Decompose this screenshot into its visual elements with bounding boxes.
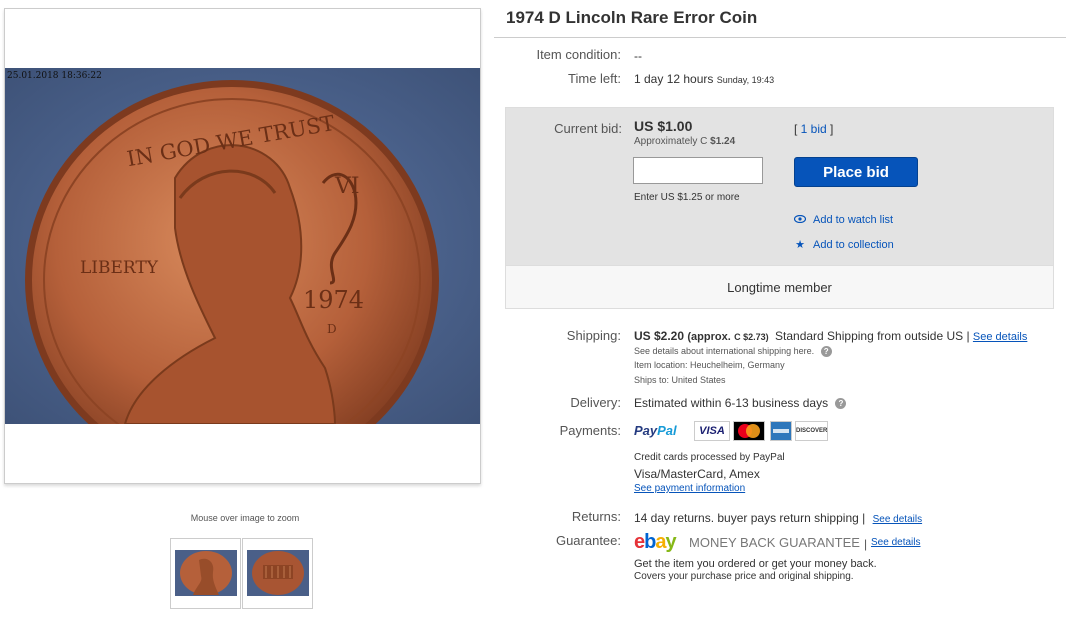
paypal-logo: PayPal xyxy=(634,423,677,438)
guarantee-see-details-link[interactable]: See details xyxy=(871,537,920,548)
coin-year: 1974 xyxy=(303,286,364,314)
thumbnail-back-image xyxy=(247,550,309,596)
add-to-collection-link[interactable]: ★ Add to collection xyxy=(794,238,894,251)
time-left-end: Sunday, 19:43 xyxy=(716,75,775,85)
visa-logo: VISA xyxy=(694,421,730,441)
returns-see-details-link[interactable]: See details xyxy=(873,514,922,525)
title-divider xyxy=(494,37,1066,38)
shipping-approx: (approx. xyxy=(687,331,731,343)
bid-box: Current bid: US $1.00 Approximately C $1… xyxy=(505,107,1054,309)
collection-label: Add to collection xyxy=(813,239,894,251)
delivery-label: Delivery: xyxy=(570,395,621,410)
approx-bid-label: Approximately C xyxy=(634,136,708,147)
longtime-member-banner: Longtime member xyxy=(506,265,1053,308)
add-to-watch-list-link[interactable]: Add to watch list xyxy=(793,214,894,226)
bid-count-link[interactable]: 1 bid xyxy=(801,122,827,136)
coin-image: VI IN GOD WE TRUST LIBERTY 1974 D xyxy=(5,68,480,424)
bid-hint: Enter US $1.25 or more xyxy=(634,192,740,203)
photo-timestamp: 25.01.2018 18:36:22 xyxy=(7,71,102,81)
shipping-line: US $2.20 (approx. C $2.73) Standard Ship… xyxy=(634,329,1027,343)
guarantee-line1: Get the item you ordered or get your mon… xyxy=(634,558,877,570)
error-mark-text: VI xyxy=(334,174,360,199)
current-bid-label: Current bid: xyxy=(554,121,622,136)
zoom-hint: Mouse over image to zoom xyxy=(190,513,300,523)
guarantee-label: Guarantee: xyxy=(555,533,621,548)
time-left-group: 1 day 12 hours Sunday, 19:43 xyxy=(634,72,774,86)
item-title: 1974 D Lincoln Rare Error Coin xyxy=(506,8,758,27)
coin-liberty: LIBERTY xyxy=(80,258,159,278)
time-left-label: Time left: xyxy=(568,71,621,86)
thumbnail-back[interactable] xyxy=(242,538,313,609)
amex-logo xyxy=(770,421,792,441)
help-icon[interactable]: ? xyxy=(820,346,832,358)
bid-amount-input[interactable] xyxy=(633,157,763,184)
eye-icon xyxy=(793,214,807,226)
shipping-method: Standard Shipping from outside US | xyxy=(775,329,970,343)
watch-label: Add to watch list xyxy=(813,214,894,226)
current-bid-value: US $1.00 xyxy=(634,118,693,134)
guarantee-separator: | xyxy=(864,537,868,551)
returns-group: 14 day returns. buyer pays return shippi… xyxy=(634,511,922,525)
time-left-value: 1 day 12 hours xyxy=(634,72,714,86)
approx-bid: Approximately C $1.24 xyxy=(634,136,735,147)
guarantee-line2: Covers your purchase price and original … xyxy=(634,571,854,582)
ebay-logo: ebay xyxy=(634,531,677,553)
listing-page: VI IN GOD WE TRUST LIBERTY 1974 D 25.01.… xyxy=(0,0,1066,620)
intl-shipping-note-group: See details about international shipping… xyxy=(634,346,832,358)
mastercard-logo xyxy=(733,421,765,441)
accepted-cards: Visa/MasterCard, Amex xyxy=(634,467,760,481)
main-image-frame[interactable]: VI IN GOD WE TRUST LIBERTY 1974 D 25.01.… xyxy=(4,8,481,484)
shipping-see-details-link[interactable]: See details xyxy=(973,331,1027,343)
condition-label: Item condition: xyxy=(536,47,621,62)
returns-value: 14 day returns. buyer pays return shippi… xyxy=(634,511,866,525)
coin-mint: D xyxy=(327,322,337,336)
discover-logo: DISCOVER xyxy=(795,421,828,441)
delivery-group: Estimated within 6-13 business days ? xyxy=(634,396,847,410)
see-payment-info-link[interactable]: See payment information xyxy=(634,483,745,494)
intl-shipping-note[interactable]: See details about international shipping… xyxy=(634,346,814,356)
item-location: Item location: Heuchelheim, Germany xyxy=(634,360,785,370)
returns-label: Returns: xyxy=(571,509,621,524)
shipping-label: Shipping: xyxy=(566,328,621,343)
help-icon[interactable]: ? xyxy=(835,398,847,410)
ships-to: Ships to: United States xyxy=(634,375,726,385)
thumbnail-front-image xyxy=(175,550,237,596)
star-icon: ★ xyxy=(795,239,805,251)
place-bid-button[interactable]: Place bid xyxy=(794,157,918,187)
thumbnail-front[interactable] xyxy=(170,538,241,609)
condition-value: -- xyxy=(634,49,642,63)
coin-photo[interactable]: VI IN GOD WE TRUST LIBERTY 1974 D 25.01.… xyxy=(5,68,480,424)
shipping-approx-value: C $2.73) xyxy=(734,332,769,342)
shipping-price: US $2.20 xyxy=(634,329,685,343)
delivery-value: Estimated within 6-13 business days xyxy=(634,396,829,410)
bid-count-group: [ 1 bid ] xyxy=(794,122,834,136)
money-back-guarantee: MONEY BACK GUARANTEE xyxy=(689,535,860,550)
credit-note: Credit cards processed by PayPal xyxy=(634,452,785,463)
payments-label: Payments: xyxy=(559,423,621,438)
approx-bid-value: $1.24 xyxy=(710,136,736,147)
